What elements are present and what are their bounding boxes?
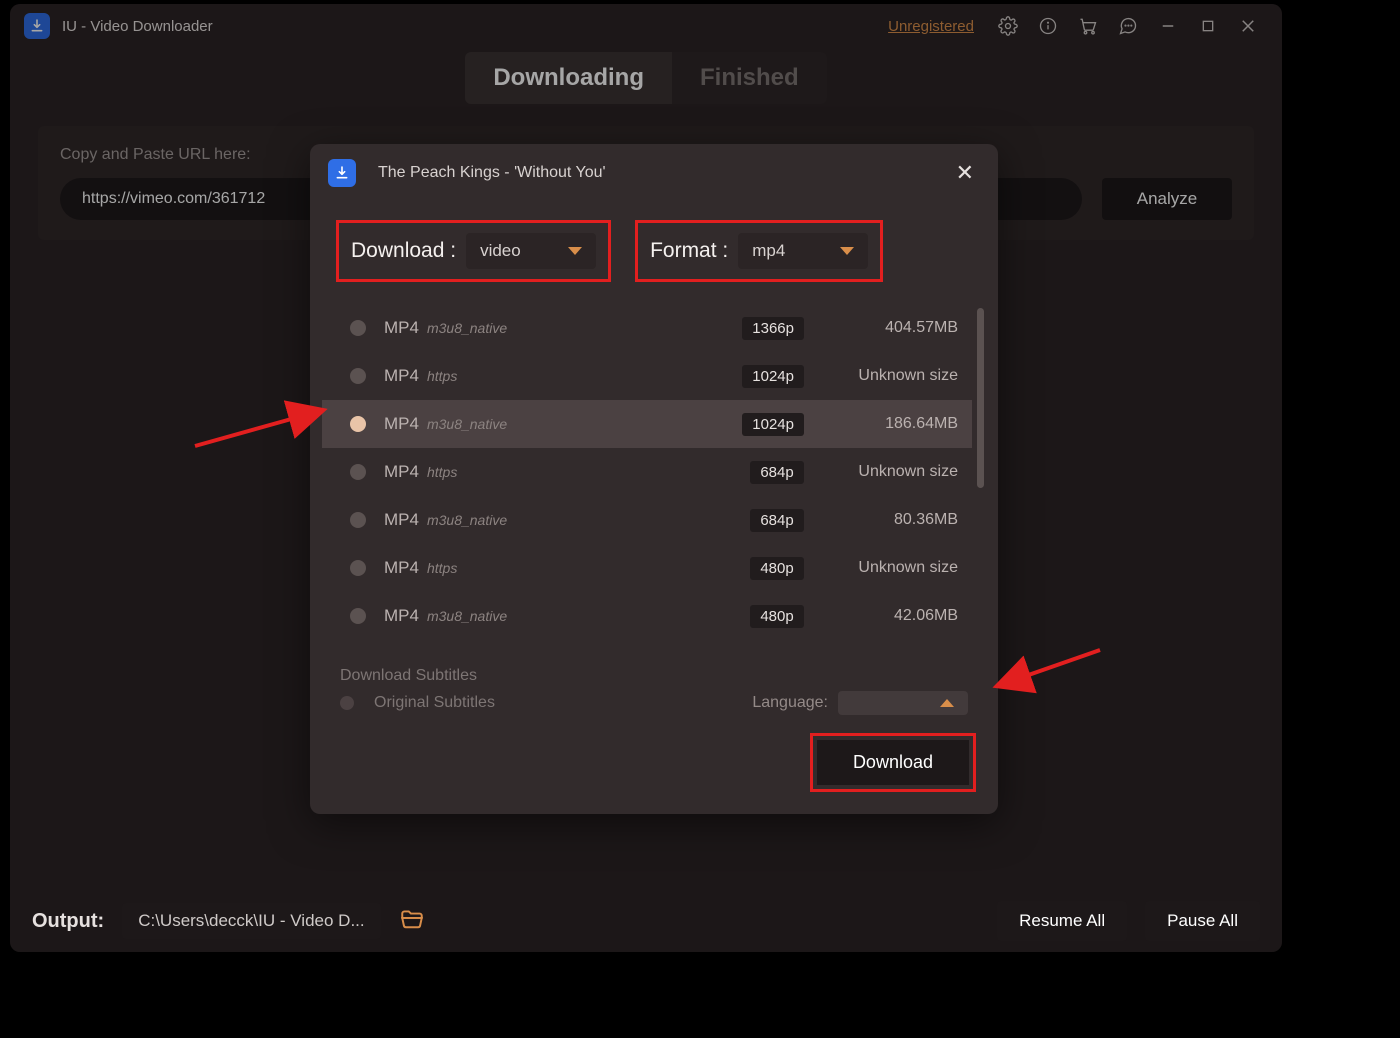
quality-size: 42.06MB <box>828 607 958 625</box>
quality-row[interactable]: MP4m3u8_native 1024p 186.64MB <box>322 400 972 448</box>
quality-row[interactable]: MP4https 1024p Unknown size <box>322 352 972 400</box>
original-subtitles-label: Original Subtitles <box>374 694 495 712</box>
chevron-down-icon <box>840 247 854 255</box>
format-group: Format : mp4 <box>635 220 883 282</box>
quality-radio[interactable] <box>350 512 366 528</box>
language-label: Language: <box>752 694 828 712</box>
quality-size: 186.64MB <box>828 415 958 433</box>
quality-size: 404.57MB <box>828 319 958 337</box>
quality-resolution: 1366p <box>742 317 804 340</box>
quality-size: Unknown size <box>828 367 958 385</box>
quality-codec: MP4https <box>384 558 726 578</box>
download-type-value: video <box>480 241 554 261</box>
quality-row[interactable]: MP4m3u8_native 480p 42.06MB <box>322 592 972 640</box>
quality-size: Unknown size <box>828 559 958 577</box>
quality-radio[interactable] <box>350 464 366 480</box>
download-type-select[interactable]: video <box>466 233 596 269</box>
open-folder-icon[interactable] <box>399 906 425 937</box>
pause-all-button[interactable]: Pause All <box>1145 901 1260 941</box>
quality-list: MP4m3u8_native 1366p 404.57MB MP4https 1024p… <box>310 304 998 669</box>
subtitles-header: Download Subtitles <box>340 667 968 685</box>
dialog-close-button[interactable]: ✕ <box>950 158 980 188</box>
quality-codec: MP4m3u8_native <box>384 510 726 530</box>
quality-resolution: 684p <box>750 509 804 532</box>
download-button[interactable]: Download <box>817 740 969 785</box>
subtitles-section: Download Subtitles Original Subtitles La… <box>310 667 998 715</box>
quality-codec: MP4m3u8_native <box>384 318 718 338</box>
dialog-title: The Peach Kings - 'Without You' <box>378 164 606 182</box>
quality-resolution: 480p <box>750 557 804 580</box>
language-select[interactable] <box>838 691 968 715</box>
quality-size: 80.36MB <box>828 511 958 529</box>
quality-codec: MP4https <box>384 462 726 482</box>
quality-codec: MP4https <box>384 366 718 386</box>
resume-all-button[interactable]: Resume All <box>997 901 1127 941</box>
quality-radio[interactable] <box>350 560 366 576</box>
format-label: Format : <box>650 239 728 263</box>
format-select[interactable]: mp4 <box>738 233 868 269</box>
dialog-logo-icon <box>328 159 356 187</box>
quality-radio[interactable] <box>350 608 366 624</box>
quality-radio[interactable] <box>350 320 366 336</box>
bottom-bar: Output: C:\Users\decck\IU - Video D... R… <box>10 890 1282 952</box>
quality-resolution: 1024p <box>742 413 804 436</box>
quality-row[interactable]: MP4https 684p Unknown size <box>322 448 972 496</box>
quality-size: Unknown size <box>828 463 958 481</box>
quality-row[interactable]: MP4m3u8_native 684p 80.36MB <box>322 496 972 544</box>
quality-radio[interactable] <box>350 368 366 384</box>
quality-radio[interactable] <box>350 416 366 432</box>
format-value: mp4 <box>752 241 826 261</box>
quality-codec: MP4m3u8_native <box>384 606 726 626</box>
download-type-group: Download : video <box>336 220 611 282</box>
chevron-down-icon <box>568 247 582 255</box>
output-path[interactable]: C:\Users\decck\IU - Video D... <box>122 903 380 939</box>
main-window: IU - Video Downloader Unregistered Downl… <box>10 4 1282 952</box>
quality-row[interactable]: MP4https 480p Unknown size <box>322 544 972 592</box>
quality-resolution: 1024p <box>742 365 804 388</box>
quality-resolution: 480p <box>750 605 804 628</box>
quality-resolution: 684p <box>750 461 804 484</box>
quality-row[interactable]: MP4m3u8_native 1366p 404.57MB <box>322 304 972 352</box>
chevron-up-icon <box>940 699 954 707</box>
download-options-dialog: The Peach Kings - 'Without You' ✕ Downlo… <box>310 144 998 814</box>
original-subtitles-radio[interactable] <box>340 696 354 710</box>
quality-codec: MP4m3u8_native <box>384 414 718 434</box>
scrollbar-thumb[interactable] <box>977 308 984 488</box>
download-type-label: Download : <box>351 239 456 263</box>
output-label: Output: <box>32 910 104 933</box>
